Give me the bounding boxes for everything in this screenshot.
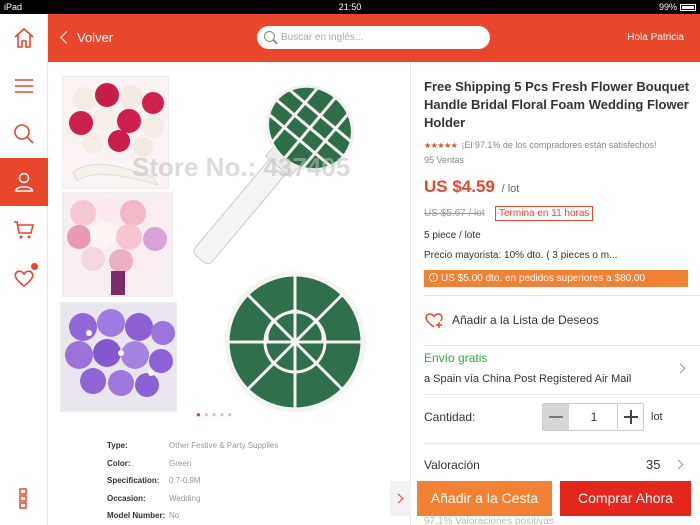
shipping-method[interactable]: a Spain vía China Post Registered Air Ma…	[424, 373, 631, 385]
spec-value: No	[169, 511, 180, 520]
wishlist-label: Añadir a la Lista de Deseos	[452, 313, 599, 328]
quantity-label: Cantidad:	[424, 410, 476, 424]
next-image-button[interactable]	[390, 481, 411, 516]
sidebar-item-more[interactable]	[0, 474, 48, 522]
buy-now-button[interactable]: Comprar Ahora	[560, 481, 691, 516]
purple-bouquet-image	[61, 303, 176, 411]
main-product-image[interactable]	[180, 70, 408, 415]
quantity-stepper[interactable]: 1	[542, 403, 644, 431]
sidebar-item-wishlist[interactable]	[0, 254, 48, 302]
quantity-unit: lot	[651, 411, 663, 423]
top-header: Volver Hola Patricia	[0, 14, 700, 62]
spec-value: Green	[169, 458, 192, 468]
free-shipping-label: Envío gratis	[424, 351, 488, 365]
store-watermark: Store No.: 437405	[132, 152, 351, 182]
sidebar-item-account[interactable]	[0, 158, 48, 206]
search-icon	[264, 31, 275, 42]
star-rating-icon: ★★★★★	[424, 141, 458, 150]
sidebar-item-menu[interactable]	[0, 62, 48, 110]
battery-indicator: 99%	[659, 0, 696, 14]
add-to-wishlist-button[interactable]: Añadir a la Lista de Deseos	[424, 312, 599, 330]
spec-key: Type:	[107, 441, 128, 450]
thumbnail-2[interactable]	[62, 192, 173, 297]
spec-value: Wedding	[169, 493, 201, 503]
chevron-right-icon[interactable]	[675, 363, 686, 374]
spec-key: Color:	[107, 458, 131, 468]
pink-bouquet-image	[63, 193, 172, 296]
spec-value: Other Festive & Party Supplies	[169, 441, 279, 450]
grid-icon	[19, 488, 27, 509]
status-time: 21:50	[338, 2, 362, 12]
spec-value: 0.7-0.9M	[169, 476, 201, 485]
spec-row: Occasion: Wedding	[107, 490, 278, 508]
back-button[interactable]: Volver	[60, 14, 114, 62]
bouquet-holder-image	[180, 70, 408, 415]
battery-icon	[680, 4, 696, 12]
reviews-count: 35	[646, 457, 661, 472]
thumbnail-3[interactable]	[60, 302, 177, 412]
original-price: US $5.67 / lot	[424, 208, 485, 219]
battery-percent: 99%	[658, 2, 677, 12]
price-unit: / lot	[501, 183, 520, 195]
divider	[424, 295, 700, 296]
search-icon	[14, 124, 34, 144]
user-icon	[14, 172, 34, 192]
pack-size: 5 piece / lote	[424, 230, 481, 241]
satisfaction-text: ¡El 97.1% de los compradores están satis…	[461, 140, 657, 150]
image-pager-dots[interactable]: ●●●●●	[196, 410, 235, 419]
product-title: Free Shipping 5 Pcs Fresh Flower Bouquet…	[424, 79, 690, 130]
notification-dot	[31, 263, 38, 270]
back-label: Volver	[77, 30, 114, 45]
spec-key: Model Number:	[107, 511, 166, 520]
divider	[424, 394, 700, 395]
add-to-cart-button[interactable]: Añadir a la Cesta	[417, 481, 552, 516]
deal-deadline-badge: Termina en 11 horas	[495, 206, 594, 221]
divider	[424, 443, 700, 444]
spec-row: Color: Green	[107, 455, 278, 473]
decrease-quantity-button[interactable]	[543, 404, 569, 430]
spec-list: Type: Other Festive & Party Supplies Colo…	[107, 437, 278, 525]
price-value: US $4.59	[424, 177, 495, 196]
reviews-label[interactable]: Valoración	[424, 458, 480, 472]
chevron-right-icon[interactable]	[673, 459, 684, 470]
menu-icon	[15, 79, 33, 93]
spec-row: Specification: 0.7-0.9M	[107, 472, 278, 490]
chevron-left-icon	[60, 31, 73, 44]
heart-plus-icon	[425, 313, 443, 328]
positive-reviews-text: 97.1% Valoraciones positivas	[424, 516, 554, 525]
sales-count: 95 Ventas	[424, 155, 465, 165]
product-detail-pane: Free Shipping 5 Pcs Fresh Flower Bouquet…	[411, 62, 700, 525]
price: US $4.59 / lot	[424, 177, 519, 197]
search-bar[interactable]	[257, 26, 490, 49]
spec-row: Type: Other Festive & Party Supplies	[107, 437, 278, 455]
home-icon	[14, 27, 34, 48]
sidebar-item-search[interactable]	[0, 110, 48, 158]
status-bar: iPad 21:50 99%	[0, 0, 700, 14]
sidebar-item-home[interactable]	[0, 14, 48, 62]
sidebar-nav	[0, 14, 48, 525]
user-greeting[interactable]: Hola Patricia	[627, 14, 684, 62]
sidebar-item-cart[interactable]	[0, 206, 48, 254]
spec-key: Specification:	[107, 476, 160, 485]
coupon-text: US $5.00 dto. en pedidos superiores a $8…	[441, 273, 646, 284]
increase-quantity-button[interactable]	[617, 404, 643, 430]
coupon-banner[interactable]: i US $5.00 dto. en pedidos superiores a $…	[424, 270, 688, 287]
spec-row: Model Number: No	[107, 507, 278, 525]
info-icon: i	[429, 272, 438, 282]
divider	[424, 345, 700, 346]
search-input[interactable]	[281, 29, 481, 46]
spec-key: Occasion:	[107, 493, 146, 503]
rating-summary: ★★★★★ ¡El 97.1% de los compradores están …	[424, 140, 656, 150]
pager-dot-active: ●	[196, 410, 204, 419]
cart-icon	[14, 221, 35, 239]
quantity-input[interactable]: 1	[569, 404, 619, 430]
wholesale-price[interactable]: Precio mayorista: 10% dto. ( 3 pieces o …	[424, 250, 617, 261]
